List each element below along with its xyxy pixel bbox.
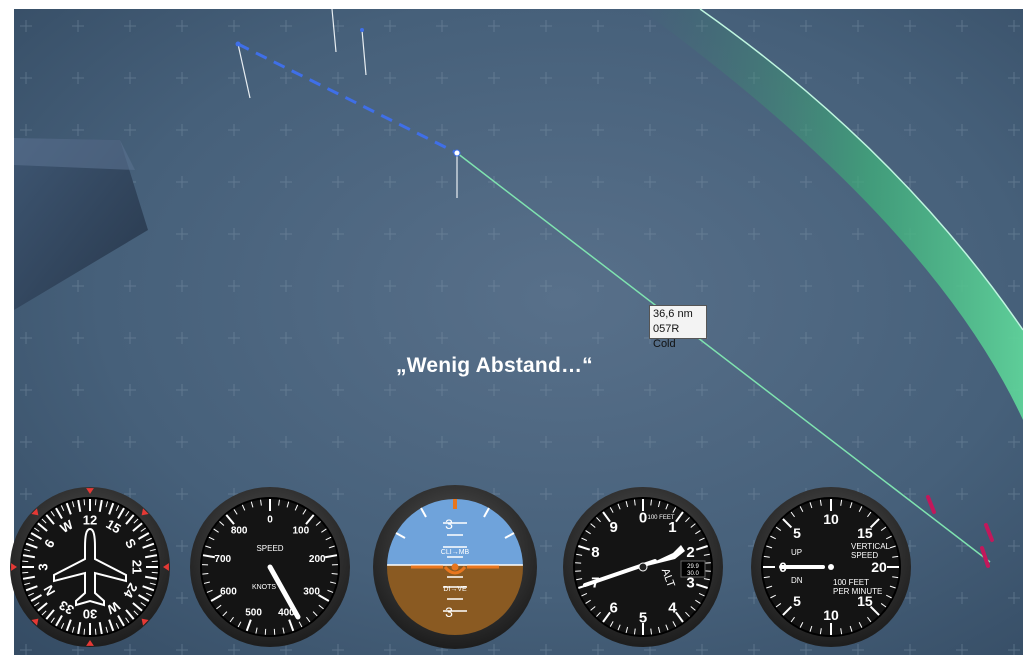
airspeed-title: SPEED [256, 544, 283, 553]
gauge-label: 0 [639, 509, 647, 526]
vertical-speed-indicator: 0510152015105 VERTICAL SPEED UP DN 100 F… [751, 487, 911, 647]
attitude-dive-label: DI→VE [443, 586, 467, 593]
gauge-tick [94, 628, 97, 635]
gauge-label: 10 [823, 511, 839, 527]
gauge-label: 5 [793, 593, 801, 609]
gauge-label: 20 [871, 559, 887, 575]
route-waypoint-name: 057R Cold [653, 323, 680, 350]
gauge-label: 10 [823, 607, 839, 623]
gauge-tick [22, 560, 29, 563]
gauge-tick [22, 571, 29, 574]
vsi-title: VERTICAL [851, 542, 891, 551]
gauge-label: 21 [129, 560, 144, 574]
vsi-up-label: UP [791, 548, 802, 557]
airspeed-indicator: 0100200300400500600700800 SPEED KNOTS [190, 487, 350, 647]
gauge-label: 8 [591, 544, 599, 561]
gauge-label: 500 [245, 608, 262, 619]
gauge-label: 1 [668, 519, 676, 536]
page-margin-top [0, 0, 1023, 9]
gauge-tick [151, 560, 158, 563]
gauge-label: 9 [609, 519, 617, 536]
gauge-tick [331, 572, 338, 575]
route-distance-label[interactable]: 36,6 nm 057R Cold [649, 305, 707, 350]
gauge-label: 4 [668, 600, 677, 617]
gauge-label: 6 [609, 600, 617, 617]
gauge-tick [83, 628, 86, 635]
waypoint-node-start[interactable] [235, 41, 241, 47]
simulator-scene: N36W 12 15S2124W3033 010020030040050060070… [0, 0, 1023, 663]
gauge-label: 15 [857, 525, 873, 541]
attitude-indicator: 3 3 CLI→MB DI→VE [373, 485, 537, 649]
gauge-label: 0 [267, 515, 273, 526]
waypoint-node-top [360, 28, 364, 32]
kollsman-value-1: 29.9 [687, 564, 699, 570]
gauge-label: 600 [220, 587, 237, 598]
gauge-label: 100 [293, 526, 310, 537]
vsi-title-2: SPEED [851, 551, 878, 560]
gauge-label: 2 [686, 544, 694, 561]
gauge-tick [94, 499, 97, 506]
gauge-label: 3 [36, 563, 51, 570]
gauge-tick [202, 572, 209, 575]
gauge-label: 12 [83, 513, 97, 528]
terrain-wall-top [14, 138, 135, 170]
altimeter-unit: 100 FEET [647, 515, 674, 521]
gauge-tick [83, 499, 86, 506]
slide-caption: „Wenig Abstand…“ [396, 354, 593, 377]
route-distance: 36,6 nm [653, 308, 693, 320]
vsi-down-label: DN [791, 576, 803, 585]
gauge-label: 5 [793, 525, 801, 541]
altimeter: 0123456789 100 FEET ALT 29.9 30.0 [563, 487, 723, 647]
page-margin-bottom [0, 655, 1023, 663]
gauge-label: 30 [83, 606, 97, 621]
vsi-unit: 100 FEET [833, 578, 869, 587]
heading-indicator: N36W 12 15S2124W3033 [10, 487, 170, 647]
kollsman-value-2: 30.0 [687, 571, 699, 577]
attitude-climb-label: CLI→MB [441, 549, 470, 556]
gauge-label: 300 [303, 587, 320, 598]
airspeed-unit: KNOTS [252, 584, 276, 591]
attitude-pitch-label-top: 3 [445, 516, 453, 532]
gauge-label: 800 [231, 526, 248, 537]
gauge-label: 5 [639, 609, 647, 626]
gauge-tick [151, 571, 158, 574]
gauge-label: 700 [214, 554, 231, 565]
waypoint-node[interactable] [453, 149, 461, 157]
vsi-unit-2: PER MINUTE [833, 587, 882, 596]
gauge-label: 200 [309, 554, 326, 565]
attitude-pitch-label-bottom: 3 [445, 604, 453, 620]
